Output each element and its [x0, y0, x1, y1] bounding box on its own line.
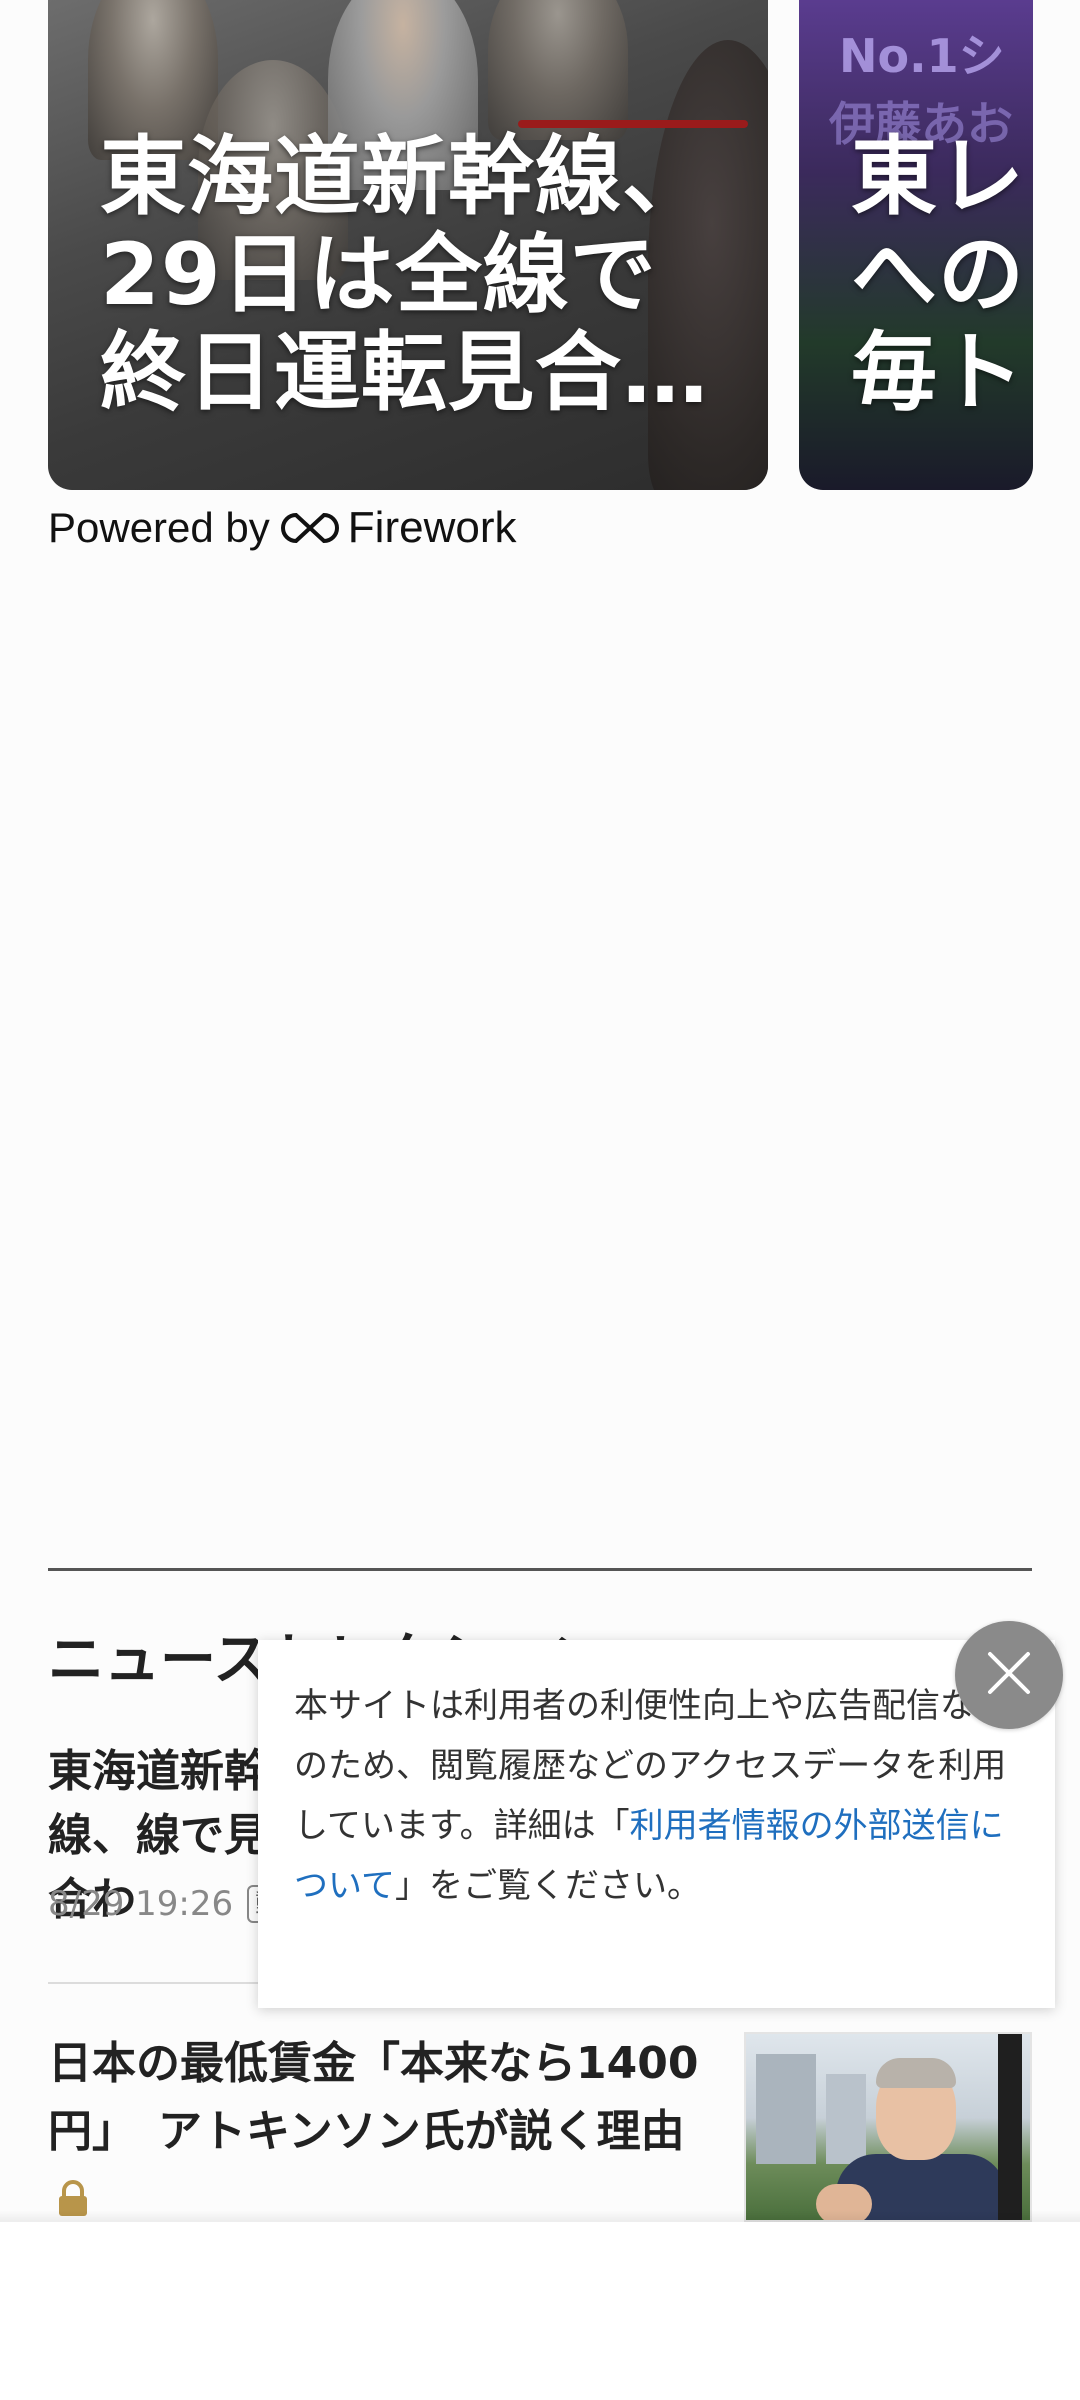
video-carousel: 東海道新幹線、 29日は全線で 終日運転見合… No.1シ 伊藤あお 東レ への…: [0, 0, 1080, 500]
data-consent-popup: 本サイトは利用者の利便性向上や広告配信などのため、閲覧履歴などのアクセスデータを…: [258, 1640, 1055, 2008]
video-card[interactable]: No.1シ 伊藤あお 東レ への 毎ト: [799, 0, 1033, 490]
video-title: 東レ への 毎ト: [851, 127, 1025, 423]
article-title[interactable]: 日本の最低賃金「本来なら1400円」 アトキンソン氏が説く理由: [48, 2030, 718, 2238]
video-badge-text: No.1シ: [839, 29, 1005, 83]
powered-by-label: Powered by: [48, 504, 270, 551]
section-divider: [48, 1568, 1032, 1571]
close-button[interactable]: [955, 1621, 1063, 1729]
close-icon: [986, 1650, 1032, 1700]
video-title: 東海道新幹線、 29日は全線で 終日運転見合…: [100, 127, 709, 423]
article-thumbnail[interactable]: [744, 2032, 1032, 2222]
article-meta: 8/29 19:26 動: [48, 1884, 290, 1924]
article-time: 8/29 19:26: [48, 1884, 234, 1924]
article-title-text: 日本の最低賃金「本来なら1400円」 アトキンソン氏が説く理由: [48, 2038, 699, 2157]
video-card[interactable]: 東海道新幹線、 29日は全線で 終日運転見合…: [48, 0, 768, 490]
bottom-ad-area: [0, 2222, 1080, 2400]
consent-message: 本サイトは利用者の利便性向上や広告配信などのため、閲覧履歴などのアクセスデータを…: [294, 1676, 1015, 1916]
powered-by-firework[interactable]: Powered by Firework: [48, 500, 516, 556]
firework-brand: Firework: [347, 503, 517, 552]
consent-text-after: 」をご覧ください。: [394, 1866, 701, 1906]
firework-logo-icon: Firework: [280, 503, 517, 553]
